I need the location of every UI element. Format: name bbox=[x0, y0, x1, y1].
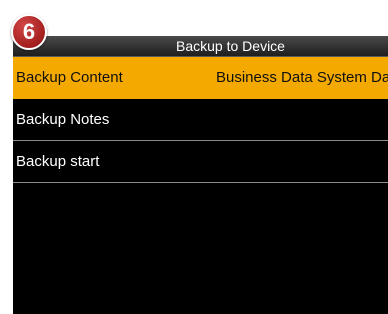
menu-item-label: Backup start bbox=[16, 153, 100, 170]
title-bar: Backup to Device bbox=[13, 36, 388, 57]
menu-item-backup-content[interactable]: Backup Content Business Data System Dat bbox=[13, 57, 388, 99]
menu-item-backup-start[interactable]: Backup start bbox=[13, 141, 388, 183]
step-number-badge: 6 bbox=[11, 14, 47, 50]
menu-item-label: Backup Notes bbox=[16, 111, 110, 128]
menu-item-label: Backup Content bbox=[16, 69, 123, 86]
step-number: 6 bbox=[22, 19, 36, 44]
menu-item-value: Business Data System Dat bbox=[216, 69, 388, 86]
page-title: Backup to Device bbox=[176, 38, 285, 54]
menu-item-backup-notes[interactable]: Backup Notes bbox=[13, 99, 388, 141]
menu-list: Backup Content Business Data System Dat … bbox=[13, 57, 388, 183]
device-screen: Backup to Device Backup Content Business… bbox=[13, 36, 388, 314]
